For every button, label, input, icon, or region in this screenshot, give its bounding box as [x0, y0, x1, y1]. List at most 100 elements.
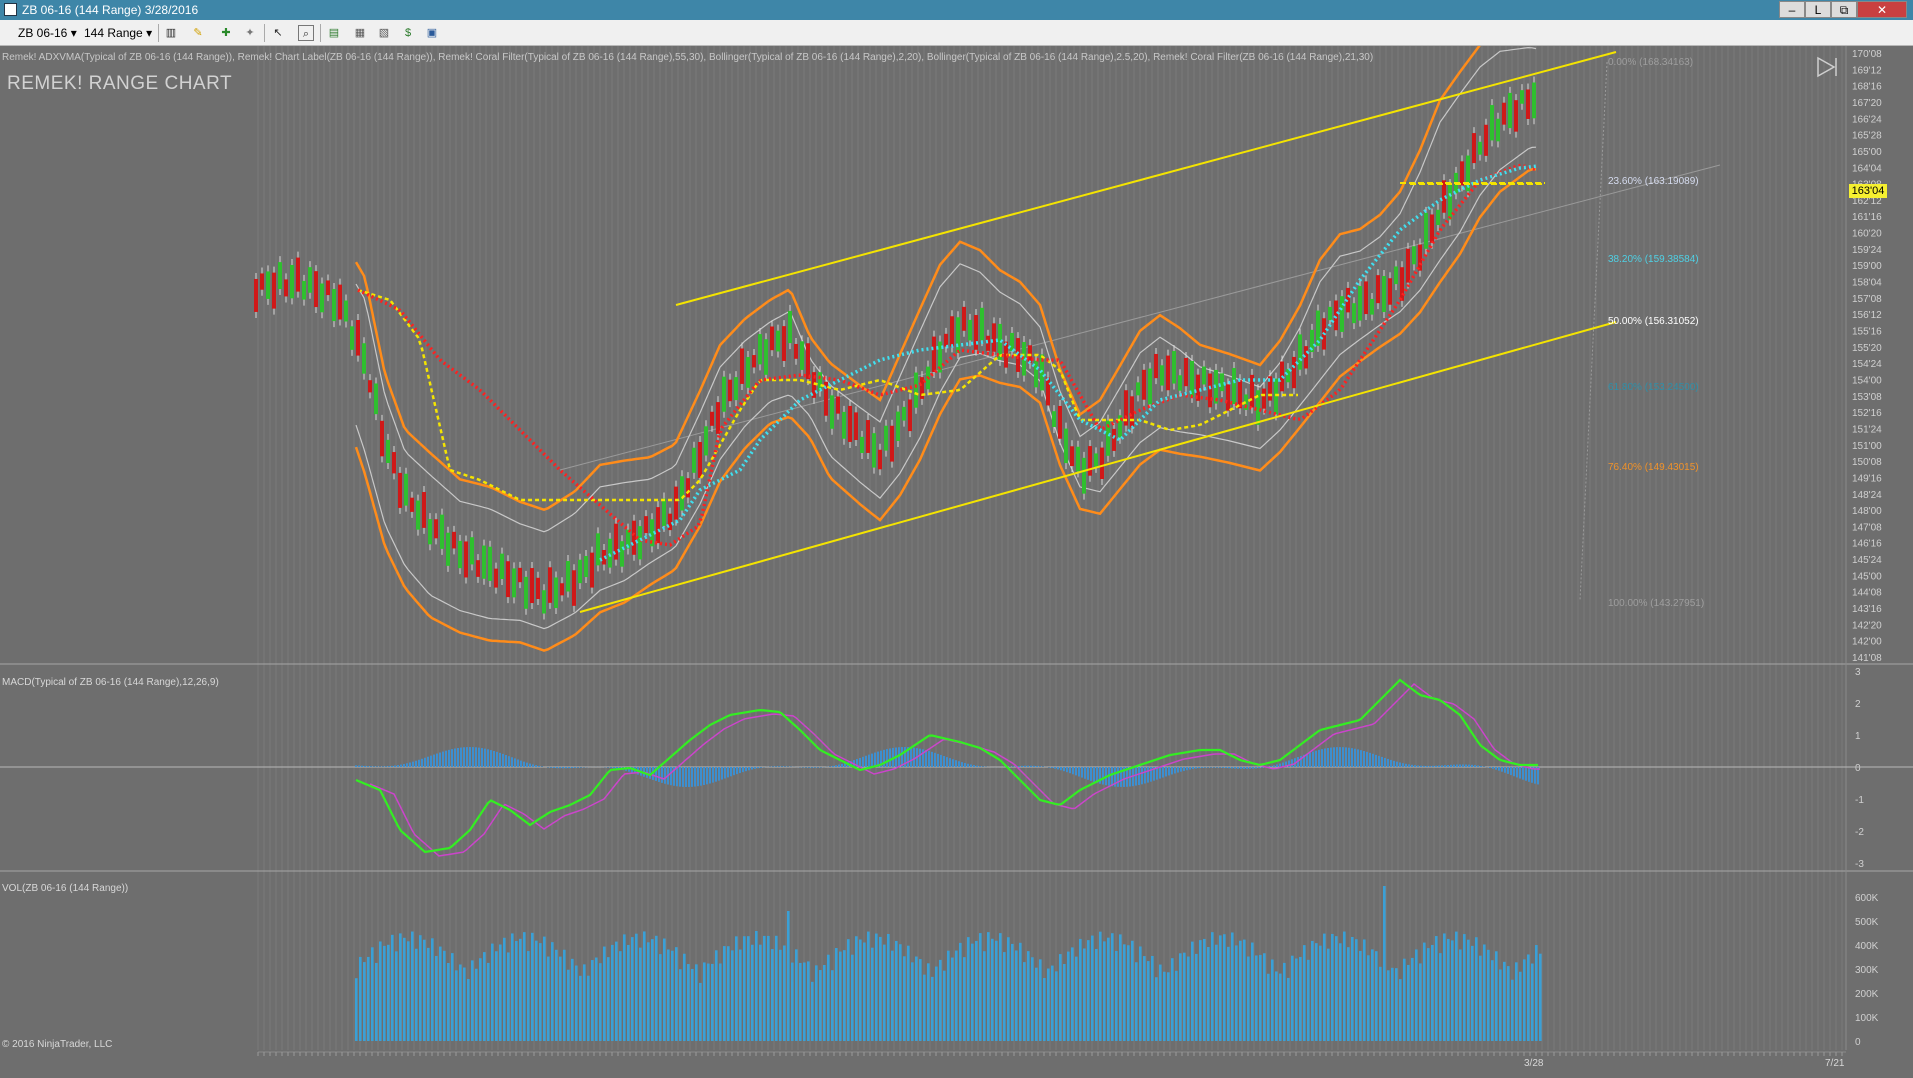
- strategies-icon[interactable]: $: [400, 25, 416, 41]
- volume-bar: [1023, 962, 1026, 1041]
- macd-histogram-bar: [1081, 767, 1083, 778]
- volume-bar: [1291, 955, 1294, 1041]
- macd-histogram-bar: [1309, 752, 1311, 767]
- macd-histogram-bar: [976, 765, 978, 767]
- macd-histogram-bar: [409, 762, 411, 767]
- chart-canvas[interactable]: 170'08 169'12 168'16 167'20 166'24 165'28 165'…: [0, 46, 1913, 1078]
- macd-histogram-bar: [559, 767, 561, 769]
- macd-histogram-bar: [1273, 765, 1275, 767]
- volume-bar: [599, 963, 602, 1041]
- candle-body: [446, 532, 450, 566]
- macd-histogram-bar: [748, 767, 750, 771]
- volume-bar: [791, 962, 794, 1041]
- macd-histogram-bar: [541, 766, 543, 767]
- volume-bar: [1379, 966, 1382, 1041]
- volume-bar: [1423, 942, 1426, 1041]
- drawing-tool-icon[interactable]: ✚: [218, 25, 234, 41]
- volume-bar: [1155, 977, 1158, 1041]
- candle-body: [1070, 446, 1074, 467]
- candle-body: [434, 519, 438, 539]
- macd-histogram-bar: [1471, 764, 1473, 767]
- minimize-button[interactable]: –: [1779, 1, 1805, 18]
- volume-bar: [1207, 947, 1210, 1041]
- volume-bar: [947, 950, 950, 1041]
- candle-body: [392, 452, 396, 474]
- candle-body: [440, 514, 444, 549]
- volume-bar: [1259, 954, 1262, 1041]
- macd-histogram-bar: [1390, 759, 1392, 767]
- volume-bar: [1243, 939, 1246, 1041]
- volume-bar: [1427, 948, 1430, 1041]
- volume-bar: [623, 934, 626, 1041]
- candle-body: [290, 264, 294, 299]
- macd-histogram-bar: [1102, 767, 1104, 785]
- pin-icon[interactable]: ✦: [242, 25, 258, 41]
- macd-histogram-bar: [760, 767, 762, 768]
- volume-bar: [815, 965, 818, 1041]
- volume-bar: [511, 933, 514, 1041]
- indicators-icon[interactable]: ▧: [376, 25, 392, 41]
- candle-body: [1520, 90, 1524, 104]
- volume-bar: [1043, 977, 1046, 1041]
- volume-bar: [543, 936, 546, 1041]
- macd-histogram-bar: [1180, 767, 1182, 772]
- macd-tick-label: -1: [1855, 795, 1864, 806]
- price-tick-label: 154'24: [1852, 359, 1882, 370]
- volume-bar: [859, 939, 862, 1041]
- macd-histogram-bar: [1162, 767, 1164, 778]
- volume-bar: [635, 933, 638, 1041]
- link-button[interactable]: L: [1805, 1, 1831, 18]
- candle-body: [1532, 82, 1536, 119]
- template-icon[interactable]: ▣: [424, 25, 440, 41]
- macd-histogram-bar: [1444, 765, 1446, 767]
- candle-body: [656, 507, 660, 544]
- macd-histogram-bar: [1168, 767, 1170, 776]
- instrument-selector[interactable]: ZB 06-16 ▾: [18, 24, 77, 42]
- macd-histogram-bar: [1291, 759, 1293, 767]
- volume-bar: [1067, 951, 1070, 1041]
- close-button[interactable]: ✕: [1857, 1, 1907, 18]
- volume-bar: [427, 947, 430, 1041]
- macd-histogram-bar: [685, 767, 687, 787]
- properties-icon[interactable]: ▦: [352, 25, 368, 41]
- candle-body: [794, 343, 798, 359]
- macd-histogram-bar: [532, 764, 534, 767]
- volume-bar: [751, 944, 754, 1041]
- macd-histogram-bar: [1231, 767, 1233, 769]
- macd-histogram-bar: [574, 767, 576, 768]
- macd-histogram-bar: [688, 767, 690, 787]
- volume-bar: [879, 936, 882, 1041]
- macd-histogram-bar: [709, 767, 711, 784]
- volume-bar: [819, 970, 822, 1041]
- price-tick-label: 155'20: [1852, 343, 1882, 354]
- volume-bar: [711, 963, 714, 1041]
- draw-pencil-icon[interactable]: ✎: [190, 25, 206, 41]
- candle-body: [1298, 334, 1302, 370]
- candle-body: [632, 520, 636, 555]
- volume-bar: [1275, 971, 1278, 1041]
- volume-bar: [483, 952, 486, 1041]
- zoom-icon[interactable]: ⌕: [298, 25, 314, 41]
- restore-button[interactable]: ⧉: [1831, 1, 1857, 18]
- data-box-icon[interactable]: ▤: [326, 25, 342, 41]
- macd-histogram-bar: [724, 767, 726, 779]
- macd-histogram-bar: [370, 766, 372, 767]
- cursor-icon[interactable]: ↖: [270, 25, 286, 41]
- macd-histogram-bar: [439, 752, 441, 767]
- candle-body: [1484, 124, 1488, 156]
- bar-style-icon[interactable]: ▥: [163, 25, 179, 41]
- volume-bar: [1227, 946, 1230, 1041]
- macd-histogram-bar: [1195, 767, 1197, 769]
- macd-histogram-bar: [814, 767, 816, 768]
- macd-histogram-bar: [1474, 765, 1476, 767]
- macd-histogram-bar: [1441, 765, 1443, 767]
- macd-tick-label: 0: [1855, 763, 1861, 774]
- macd-histogram-bar: [1216, 767, 1218, 768]
- macd-histogram-bar: [832, 765, 834, 767]
- macd-histogram-bar: [964, 762, 966, 767]
- candle-body: [260, 273, 264, 290]
- macd-histogram-bar: [502, 753, 504, 767]
- interval-selector[interactable]: 144 Range ▾: [84, 24, 152, 42]
- macd-histogram-bar: [952, 759, 954, 767]
- candle-body: [266, 271, 270, 299]
